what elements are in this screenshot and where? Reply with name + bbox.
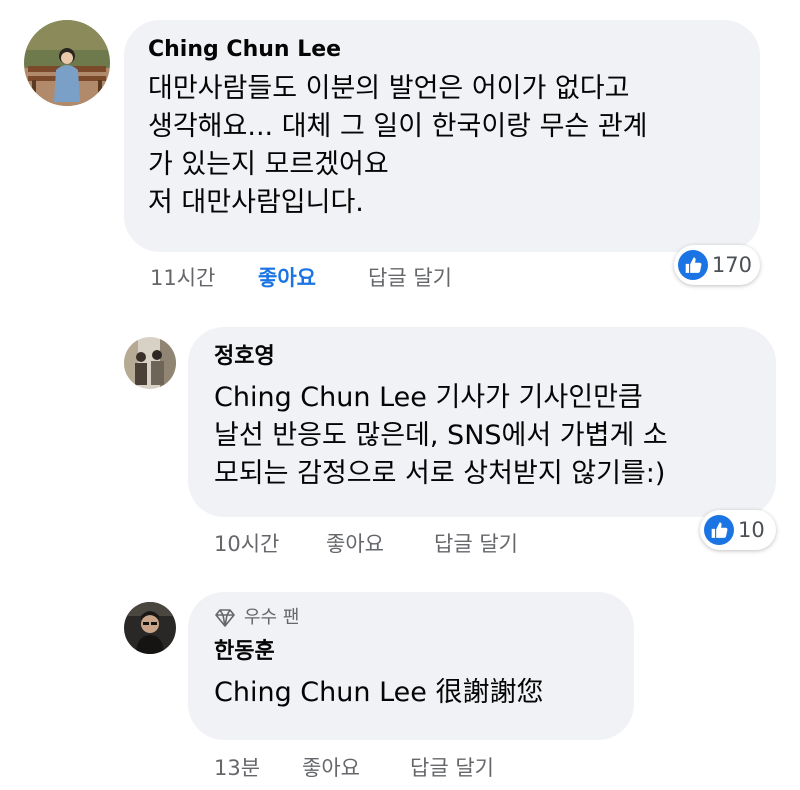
avatar[interactable] <box>124 602 176 654</box>
reply-button[interactable]: 답글 달기 <box>434 528 518 558</box>
comment-actions: 13분 좋아요 답글 달기 <box>214 752 554 780</box>
comment-text-line: 가 있는지 모르겠어요 <box>148 149 389 180</box>
comment-bubble: Ching Chun Lee 대만사람들도 이분의 발언은 어이가 없다고 생각… <box>124 20 760 252</box>
comment-text: Ching Chun Lee 很謝謝您 <box>214 674 610 712</box>
thumbs-up-icon <box>678 250 708 280</box>
thumbs-up-icon <box>704 515 734 545</box>
comment-author[interactable]: 정호영 <box>214 343 750 371</box>
comment-text-line: 모되는 감정으로 서로 상처받지 않기를:) <box>214 458 666 489</box>
reaction-count-badge[interactable]: 170 <box>674 245 760 285</box>
badge-label: 우수 팬 <box>244 607 300 628</box>
comment-timestamp[interactable]: 11시간 <box>150 262 215 292</box>
comment-text-line: 대만사람들도 이분의 발언은 어이가 없다고 <box>148 73 630 104</box>
reaction-count: 170 <box>711 253 752 277</box>
comment-timestamp[interactable]: 13분 <box>214 752 260 782</box>
reply-button[interactable]: 답글 달기 <box>410 752 494 782</box>
reaction-count-badge[interactable]: 10 <box>700 510 776 550</box>
like-button[interactable]: 좋아요 <box>302 752 360 782</box>
diamond-icon <box>214 608 236 628</box>
comment-actions: 10시간 좋아요 답글 달기 <box>214 528 554 556</box>
comment-text: Ching Chun Lee 기사가 기사인만큼 날선 반응도 많은데, SNS… <box>214 379 750 493</box>
avatar[interactable] <box>24 20 110 106</box>
like-button[interactable]: 좋아요 <box>258 262 316 292</box>
comment-text-line: Ching Chun Lee 很謝謝您 <box>214 677 544 708</box>
comment-text-line: 날선 반응도 많은데, SNS에서 가볍게 소 <box>214 420 668 451</box>
comment-timestamp[interactable]: 10시간 <box>214 528 279 558</box>
comment-text-line: 저 대만사람입니다. <box>148 187 364 218</box>
like-button[interactable]: 좋아요 <box>326 528 384 558</box>
comment-bubble: 정호영 Ching Chun Lee 기사가 기사인만큼 날선 반응도 많은데,… <box>188 327 776 517</box>
comment-bubble: 우수 팬 한동훈 Ching Chun Lee 很謝謝您 <box>188 592 634 740</box>
reply-button[interactable]: 답글 달기 <box>368 262 452 292</box>
comment-author[interactable]: Ching Chun Lee <box>148 36 734 64</box>
comment-text: 대만사람들도 이분의 발언은 어이가 없다고 생각해요... 대체 그 일이 한… <box>148 70 734 222</box>
comment-author[interactable]: 한동훈 <box>214 638 610 666</box>
comment-text-line: 생각해요... 대체 그 일이 한국이랑 무슨 관계 <box>148 111 648 142</box>
reaction-count: 10 <box>738 518 765 542</box>
top-fan-badge: 우수 팬 <box>214 606 610 630</box>
comment-text-line: Ching Chun Lee 기사가 기사인만큼 <box>214 382 643 413</box>
avatar[interactable] <box>124 337 176 389</box>
comment-actions: 11시간 좋아요 답글 달기 <box>150 262 490 290</box>
